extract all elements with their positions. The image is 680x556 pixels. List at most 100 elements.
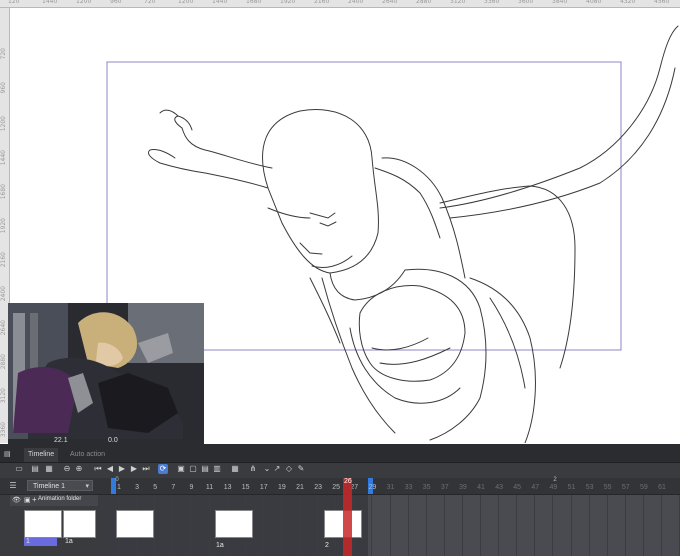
navigator-zoom[interactable]: 22.1: [54, 437, 68, 444]
frame-gridline: [425, 495, 427, 556]
playhead[interactable]: [343, 478, 352, 556]
zoom-out-icon[interactable]: ⊖: [62, 464, 72, 474]
cel-label: 1a: [65, 538, 73, 545]
delete-cel-icon[interactable]: ▥: [212, 464, 222, 474]
onion-skin-icon[interactable]: ▦: [230, 464, 240, 474]
frame-gridline: [443, 495, 445, 556]
ruler-tick-label: 2400: [0, 286, 7, 302]
frame-gridline: [570, 495, 572, 556]
timeline-select[interactable]: Timeline 1 ▾: [27, 480, 93, 491]
frame-number[interactable]: 1: [112, 484, 126, 491]
frame-number[interactable]: 47: [528, 484, 542, 491]
shape-icon[interactable]: ◇: [284, 464, 294, 474]
zoom-in-icon[interactable]: ⊕: [74, 464, 84, 474]
frame-number[interactable]: 45: [510, 484, 524, 491]
frame-number[interactable]: 13: [221, 484, 235, 491]
next-frame-icon[interactable]: ▶: [129, 464, 139, 474]
frame-gridline: [461, 495, 463, 556]
marker-label: 2: [553, 477, 557, 483]
specify-cel-icon[interactable]: ▤: [200, 464, 210, 474]
frame-number[interactable]: 3: [130, 484, 144, 491]
frame-number[interactable]: 17: [257, 484, 271, 491]
frame-gridline: [371, 495, 373, 556]
ruler-tick-label: 1200: [178, 0, 194, 5]
frame-gridline: [299, 495, 300, 556]
frame-number[interactable]: 19: [275, 484, 289, 491]
frame-gridline: [498, 495, 500, 556]
expand-icon[interactable]: +: [32, 495, 37, 504]
keyframe-type-icon[interactable]: ⌄: [262, 464, 272, 474]
frame-number[interactable]: 31: [384, 484, 398, 491]
frame-number[interactable]: 9: [184, 484, 198, 491]
frame-number[interactable]: 41: [474, 484, 488, 491]
keyframe-icon[interactable]: ⋔: [248, 464, 258, 474]
ruler-tick-label: 1440: [212, 0, 228, 5]
ruler-tick-label: 1440: [42, 0, 58, 5]
frame-number[interactable]: 15: [239, 484, 253, 491]
frame-number[interactable]: 33: [402, 484, 416, 491]
cel-thumbnail[interactable]: [215, 510, 253, 538]
frame-number[interactable]: 59: [637, 484, 651, 491]
frame-number[interactable]: 61: [655, 484, 669, 491]
play-icon[interactable]: ▶: [117, 464, 127, 474]
ruler-tick-label: 960: [0, 82, 7, 94]
frame-number[interactable]: 21: [293, 484, 307, 491]
top-ruler: 120 1440 1200 960 720 1200 1440 1680 1920 2160 240…: [0, 0, 680, 8]
cel-thumbnail[interactable]: [63, 510, 96, 538]
eye-icon[interactable]: 👁: [12, 496, 21, 504]
frame-number[interactable]: 37: [438, 484, 452, 491]
navigator-angle[interactable]: 0.0: [108, 437, 118, 444]
panel-icon: ▤: [4, 451, 11, 458]
new-timeline-icon[interactable]: ▭: [14, 464, 24, 474]
frame-gridline: [389, 495, 391, 556]
frame-gridline: [190, 495, 192, 556]
ruler-tick-label: 720: [0, 48, 7, 60]
ruler-tick-label: 2160: [314, 0, 330, 5]
frame-icon[interactable]: ▦: [44, 464, 54, 474]
frame-number[interactable]: 43: [492, 484, 506, 491]
tab-timeline[interactable]: Timeline: [24, 448, 59, 462]
frame-gridline: [280, 495, 282, 556]
cel-thumbnail[interactable]: [24, 510, 62, 538]
frame-number[interactable]: 49: [546, 484, 560, 491]
ruler-tick-label: 4560: [654, 0, 670, 5]
camera-icon[interactable]: ↗: [272, 464, 282, 474]
frame-number[interactable]: 35: [420, 484, 434, 491]
frame-number[interactable]: 11: [203, 484, 217, 491]
navigator-preview[interactable]: [8, 303, 204, 439]
frame-number[interactable]: 23: [311, 484, 325, 491]
layer-name: Animation folder: [38, 496, 82, 502]
frame-gridline: [606, 495, 608, 556]
current-frame-label: 26: [344, 478, 352, 485]
frame-gridline: [552, 495, 554, 556]
frame-number[interactable]: 25: [329, 484, 343, 491]
last-frame-icon[interactable]: ⏭: [141, 464, 151, 474]
frame-gridline: [262, 495, 264, 556]
frame-number[interactable]: 57: [619, 484, 633, 491]
frame-gridline: [172, 495, 174, 556]
loop-icon[interactable]: ⟳: [158, 464, 168, 474]
tab-auto-action[interactable]: Auto action: [66, 448, 109, 462]
timeline-panel: ▤ Timeline Auto action ▭ ▤ ▦ ⊖ ⊕ ⏮ ◀ ▶ ▶…: [0, 444, 680, 556]
ruler-tick-label: 1200: [76, 0, 92, 5]
first-frame-icon[interactable]: ⏮: [93, 464, 103, 474]
edit-icon[interactable]: ✎: [296, 464, 306, 474]
ruler-tick-label: 1440: [0, 150, 7, 166]
prev-frame-icon[interactable]: ◀: [105, 464, 115, 474]
ruler-tick-label: 2400: [348, 0, 364, 5]
frame-number[interactable]: 53: [583, 484, 597, 491]
frame-number[interactable]: 55: [601, 484, 615, 491]
frame-gridline: [480, 495, 481, 556]
new-cel-icon[interactable]: ▢: [188, 464, 198, 474]
ruler-tick-label: 2160: [0, 252, 7, 268]
frame-number[interactable]: 5: [148, 484, 162, 491]
menu-icon[interactable]: ☰: [8, 481, 18, 491]
cel-thumbnail[interactable]: [116, 510, 154, 538]
edit-timeline-icon[interactable]: ▤: [30, 464, 40, 474]
new-animation-folder-icon[interactable]: ▣: [176, 464, 186, 474]
frame-number[interactable]: 51: [565, 484, 579, 491]
frame-number[interactable]: 7: [166, 484, 180, 491]
ruler-tick-label: 1200: [0, 116, 7, 132]
frame-number[interactable]: 39: [456, 484, 470, 491]
frame-number[interactable]: 29: [365, 484, 379, 491]
